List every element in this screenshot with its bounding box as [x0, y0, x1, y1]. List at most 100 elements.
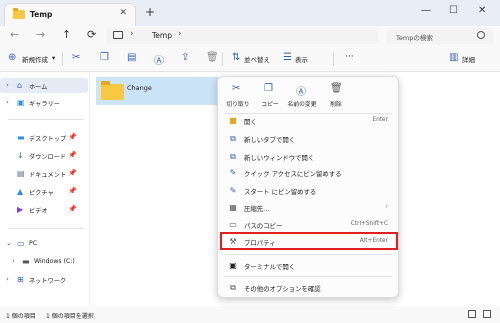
refresh-button[interactable]: ⟳: [87, 28, 96, 41]
new-tab-icon: ⧉: [230, 134, 236, 143]
sidebar-item-label: PC: [29, 240, 38, 247]
terminal-icon: ▣: [229, 261, 237, 270]
menu-item-compress[interactable]: ▦ 圧縮先... ›: [221, 200, 395, 216]
tiles-view-icon[interactable]: [483, 310, 491, 318]
gallery-icon: ▣: [17, 98, 25, 107]
rename-button[interactable]: Ⓐ 名前の変更: [284, 81, 320, 111]
menu-item-label: クイック アクセスにピン留めする: [244, 170, 342, 178]
cut-label: 切り取り: [226, 102, 250, 108]
chevron-right-icon[interactable]: ›: [6, 98, 9, 106]
copy-icon[interactable]: ❐: [100, 52, 109, 63]
chevron-right-icon[interactable]: ›: [12, 257, 15, 265]
sidebar-item-desktop[interactable]: ▬ デスクトップ 📌: [0, 130, 88, 145]
details-button[interactable]: 詳細: [462, 54, 475, 64]
sidebar-item-label: Windows (C:): [34, 258, 75, 265]
new-window-icon: ⧉: [230, 152, 236, 161]
chevron-down-icon[interactable]: ⌄: [6, 239, 12, 247]
sidebar-item-pc[interactable]: ⌄ ▭ PC: [0, 236, 88, 251]
menu-item-label: 圧縮先...: [244, 205, 270, 213]
sidebar-item-gallery[interactable]: › ▣ ギャラリー: [0, 95, 88, 110]
copy-path-icon: ▭: [229, 220, 237, 229]
menu-item-copy-path[interactable]: ▭ パスのコピー Ctrl+Shift+C: [221, 217, 395, 233]
drive-icon: ▬: [22, 257, 30, 266]
more-options-button[interactable]: ···: [345, 52, 354, 62]
sidebar-item-documents[interactable]: ▤ ドキュメント 📌: [0, 166, 88, 181]
back-button[interactable]: ←: [10, 28, 19, 41]
pin-icon: 📌: [68, 151, 77, 159]
document-icon: ▤: [17, 169, 25, 178]
menu-item-pin-quick-access[interactable]: ✎ クイック アクセスにピン留めする: [221, 165, 395, 181]
rename-icon: Ⓐ: [296, 87, 306, 98]
tab-temp[interactable]: Temp ✕: [4, 3, 136, 26]
menu-item-label: パスのコピー: [244, 222, 283, 230]
minimize-button[interactable]: —: [421, 5, 431, 16]
zip-icon: ▦: [229, 203, 237, 212]
status-bar: 1 個の項目 1 個の項目を選択: [0, 306, 500, 323]
chevron-right-icon: ›: [178, 29, 182, 39]
sidebar-item-videos[interactable]: ▶ ビデオ 📌: [0, 202, 88, 217]
menu-item-shortcut: Ctrl+Shift+C: [350, 221, 388, 227]
divider: [224, 254, 392, 255]
delete-icon[interactable]: 🗑: [206, 52, 219, 63]
paste-icon[interactable]: ▤: [127, 52, 136, 63]
search-placeholder: Tempの検索: [396, 34, 433, 42]
cut-icon: ✂: [232, 83, 241, 94]
folder-item-change[interactable]: Change: [96, 77, 218, 105]
chevron-right-icon[interactable]: ›: [6, 81, 9, 89]
menu-item-pin-start[interactable]: ✎ スタート にピン留めする: [221, 183, 395, 199]
sidebar-item-home[interactable]: › ⌂ ホーム: [0, 78, 88, 93]
tab-close-icon[interactable]: ✕: [119, 8, 127, 18]
menu-item-open[interactable]: ■ 開く Enter: [221, 113, 395, 129]
pin-icon: 📌: [68, 205, 77, 213]
new-tab-button[interactable]: +: [145, 5, 155, 19]
rename-icon[interactable]: Ⓐ: [154, 52, 164, 67]
delete-button[interactable]: 🗑 削除: [318, 81, 354, 111]
menu-item-open-terminal[interactable]: ▣ ターミナルで開く: [221, 258, 395, 274]
menu-item-label: 開く: [244, 118, 257, 126]
chevron-right-icon[interactable]: ›: [6, 275, 9, 283]
up-button[interactable]: ↑: [62, 28, 71, 41]
sidebar-item-label: ピクチャ: [29, 190, 54, 197]
item-count: 1 個の項目: [6, 313, 36, 320]
copy-label: コピー: [261, 102, 279, 108]
sidebar-item-downloads[interactable]: ↓ ダウンロード 📌: [0, 148, 88, 163]
command-bar: ⊕ 新規作成 ▾ ✂ ❐ ▤ Ⓐ ⇪ 🗑 ⇅ 並べ替え ☰ 表示 ··· ▥ 詳…: [0, 46, 500, 72]
sidebar-item-label: ネットワーク: [29, 278, 67, 285]
pin-icon: 📌: [68, 169, 77, 177]
divider: [62, 52, 63, 66]
cut-button[interactable]: ✂ 切り取り: [220, 81, 256, 111]
sidebar-item-pictures[interactable]: ▲ ピクチャ 📌: [0, 184, 88, 199]
maximize-button[interactable]: ☐: [449, 5, 458, 16]
search-input[interactable]: Tempの検索: [386, 28, 494, 44]
details-view-icon[interactable]: [468, 310, 476, 318]
divider: [8, 119, 84, 120]
download-icon: ↓: [17, 151, 24, 160]
sort-icon: ⇅: [232, 52, 241, 63]
chevron-right-icon: ›: [130, 29, 134, 39]
sidebar-item-windows-drive[interactable]: › ▬ Windows (C:): [0, 254, 88, 269]
view-button[interactable]: 表示: [295, 54, 308, 64]
sort-button[interactable]: 並べ替え: [244, 54, 270, 64]
address-bar-row: ← → ↑ ⟳ › Temp › Tempの検索: [0, 26, 500, 46]
forward-button[interactable]: →: [36, 28, 45, 41]
copy-button[interactable]: ❐ コピー: [252, 81, 288, 111]
close-button[interactable]: ✕: [478, 5, 486, 16]
menu-item-more-options[interactable]: ⧉ その他のオプションを確認: [221, 280, 395, 296]
address-field[interactable]: › Temp ›: [106, 28, 378, 44]
details-pane-icon: ▥: [449, 52, 459, 63]
picture-icon: ▲: [17, 187, 24, 196]
menu-item-label: ターミナルで開く: [244, 263, 296, 271]
share-icon[interactable]: ⇪: [181, 52, 189, 63]
cut-icon[interactable]: ✂: [72, 52, 80, 63]
menu-item-label: その他のオプションを確認: [244, 285, 321, 293]
new-button[interactable]: 新規作成: [22, 54, 48, 64]
sidebar-item-network[interactable]: › ⊞ ネットワーク: [0, 272, 88, 287]
pin-icon: ✎: [229, 186, 237, 195]
menu-item-open-new-tab[interactable]: ⧉ 新しいタブで開く: [221, 131, 395, 147]
properties-highlight: [220, 232, 398, 250]
menu-item-open-new-window[interactable]: ⧉ 新しいウィンドウで開く: [221, 149, 395, 165]
breadcrumb-temp[interactable]: Temp: [152, 31, 172, 40]
copy-icon: ❐: [264, 83, 273, 94]
pin-icon: 📌: [68, 133, 77, 141]
selected-count: 1 個の項目を選択: [46, 313, 94, 320]
